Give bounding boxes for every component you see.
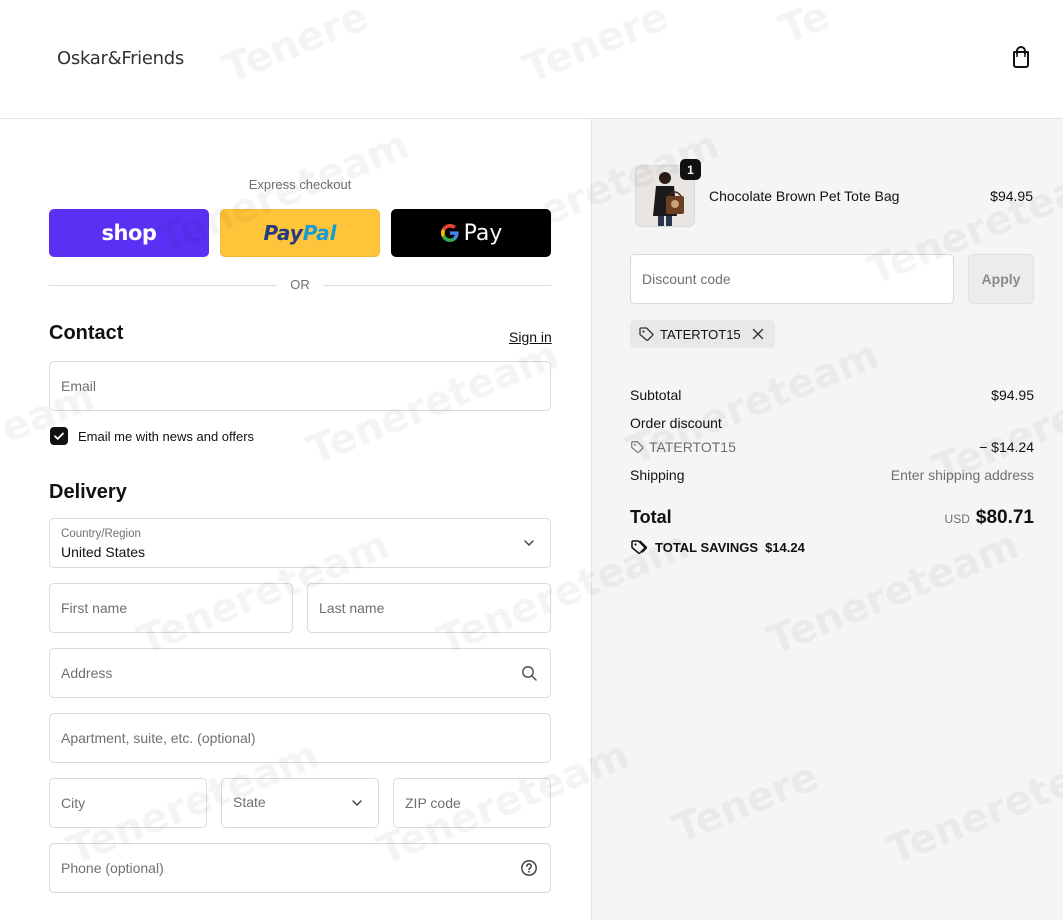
- shopping-bag-icon[interactable]: [1010, 45, 1032, 69]
- zip-field[interactable]: ZIP code: [393, 778, 551, 828]
- shipping-value: Enter shipping address: [890, 467, 1034, 483]
- savings-value: $14.24: [765, 539, 805, 555]
- subtotal-label: Subtotal: [630, 387, 682, 403]
- first-name-placeholder: First name: [61, 600, 128, 616]
- shop-pay-button[interactable]: shop: [49, 209, 209, 257]
- address-field[interactable]: Address: [49, 648, 551, 698]
- google-g-icon: [440, 224, 459, 242]
- total-label: Total: [630, 507, 672, 527]
- zip-placeholder: ZIP code: [405, 795, 461, 811]
- tag-icon: [639, 327, 654, 341]
- site-header: Oskar&Friends: [0, 0, 1063, 119]
- discount-value: − $14.24: [979, 439, 1034, 455]
- savings-tag-icon: [631, 540, 648, 555]
- discount-code-label: TATERTOT15: [649, 439, 736, 455]
- country-label: Country/Region: [61, 528, 141, 540]
- country-value: United States: [61, 544, 146, 560]
- newsletter-label: Email me with news and offers: [78, 429, 255, 444]
- google-pay-button[interactable]: Pay: [391, 209, 551, 257]
- or-divider: OR: [49, 277, 551, 293]
- total-savings: TOTAL SAVINGS $14.24: [630, 539, 805, 555]
- delivery-title: Delivery: [49, 481, 127, 503]
- city-field[interactable]: City: [49, 778, 207, 828]
- apartment-placeholder: Apartment, suite, etc. (optional): [61, 730, 256, 746]
- city-placeholder: City: [61, 795, 86, 811]
- contact-title: Contact: [49, 322, 124, 344]
- express-checkout-title: Express checkout: [248, 177, 352, 192]
- applied-code-label: TATERTOT15: [660, 326, 741, 342]
- currency-label: USD: [944, 512, 970, 526]
- help-circle-icon[interactable]: [520, 859, 538, 877]
- order-summary: 1 Chocolate Brown Pet Tote Bag $94.95 Di…: [591, 119, 1063, 920]
- chevron-down-icon: [524, 540, 534, 547]
- product-name: Chocolate Brown Pet Tote Bag: [709, 188, 900, 204]
- tag-icon: [631, 441, 644, 454]
- quantity-badge: 1: [680, 159, 701, 180]
- shipping-label: Shipping: [630, 467, 685, 483]
- email-field[interactable]: Email: [49, 361, 551, 411]
- product-price: $94.95: [990, 188, 1033, 204]
- country-select[interactable]: Country/Region United States: [49, 518, 551, 568]
- apartment-field[interactable]: Apartment, suite, etc. (optional): [49, 713, 551, 763]
- store-logo[interactable]: Oskar&Friends: [57, 48, 184, 69]
- address-placeholder: Address: [61, 665, 113, 681]
- phone-placeholder: Phone (optional): [61, 860, 164, 876]
- checkmark-icon: [54, 432, 64, 440]
- phone-field[interactable]: Phone (optional): [49, 843, 551, 893]
- savings-label: TOTAL SAVINGS: [655, 539, 759, 555]
- paypal-label: PayPal: [263, 221, 337, 245]
- search-icon: [522, 666, 537, 681]
- shop-pay-label: shop: [101, 221, 157, 245]
- discount-code-input[interactable]: Discount code: [630, 254, 954, 304]
- newsletter-checkbox[interactable]: [50, 427, 68, 445]
- or-label: OR: [290, 277, 310, 292]
- order-discount-label: Order discount: [630, 415, 722, 431]
- first-name-field[interactable]: First name: [49, 583, 293, 633]
- email-placeholder: Email: [61, 378, 97, 394]
- discount-placeholder: Discount code: [642, 271, 731, 287]
- total-value: $80.71: [975, 507, 1034, 528]
- last-name-placeholder: Last name: [319, 600, 385, 616]
- google-pay-label: Pay: [463, 220, 503, 246]
- checkout-form: Express checkout shop PayPal Pay OR Cont…: [0, 119, 591, 920]
- subtotal-value: $94.95: [991, 387, 1034, 403]
- state-select[interactable]: State: [221, 778, 379, 828]
- chevron-down-icon: [352, 800, 362, 807]
- state-placeholder: State: [233, 794, 266, 810]
- paypal-button[interactable]: PayPal: [220, 209, 380, 257]
- apply-discount-button[interactable]: Apply: [968, 254, 1034, 304]
- sign-in-link[interactable]: Sign in: [509, 329, 552, 345]
- applied-discount-chip: TATERTOT15: [630, 320, 775, 348]
- close-icon[interactable]: [751, 327, 765, 341]
- last-name-field[interactable]: Last name: [307, 583, 551, 633]
